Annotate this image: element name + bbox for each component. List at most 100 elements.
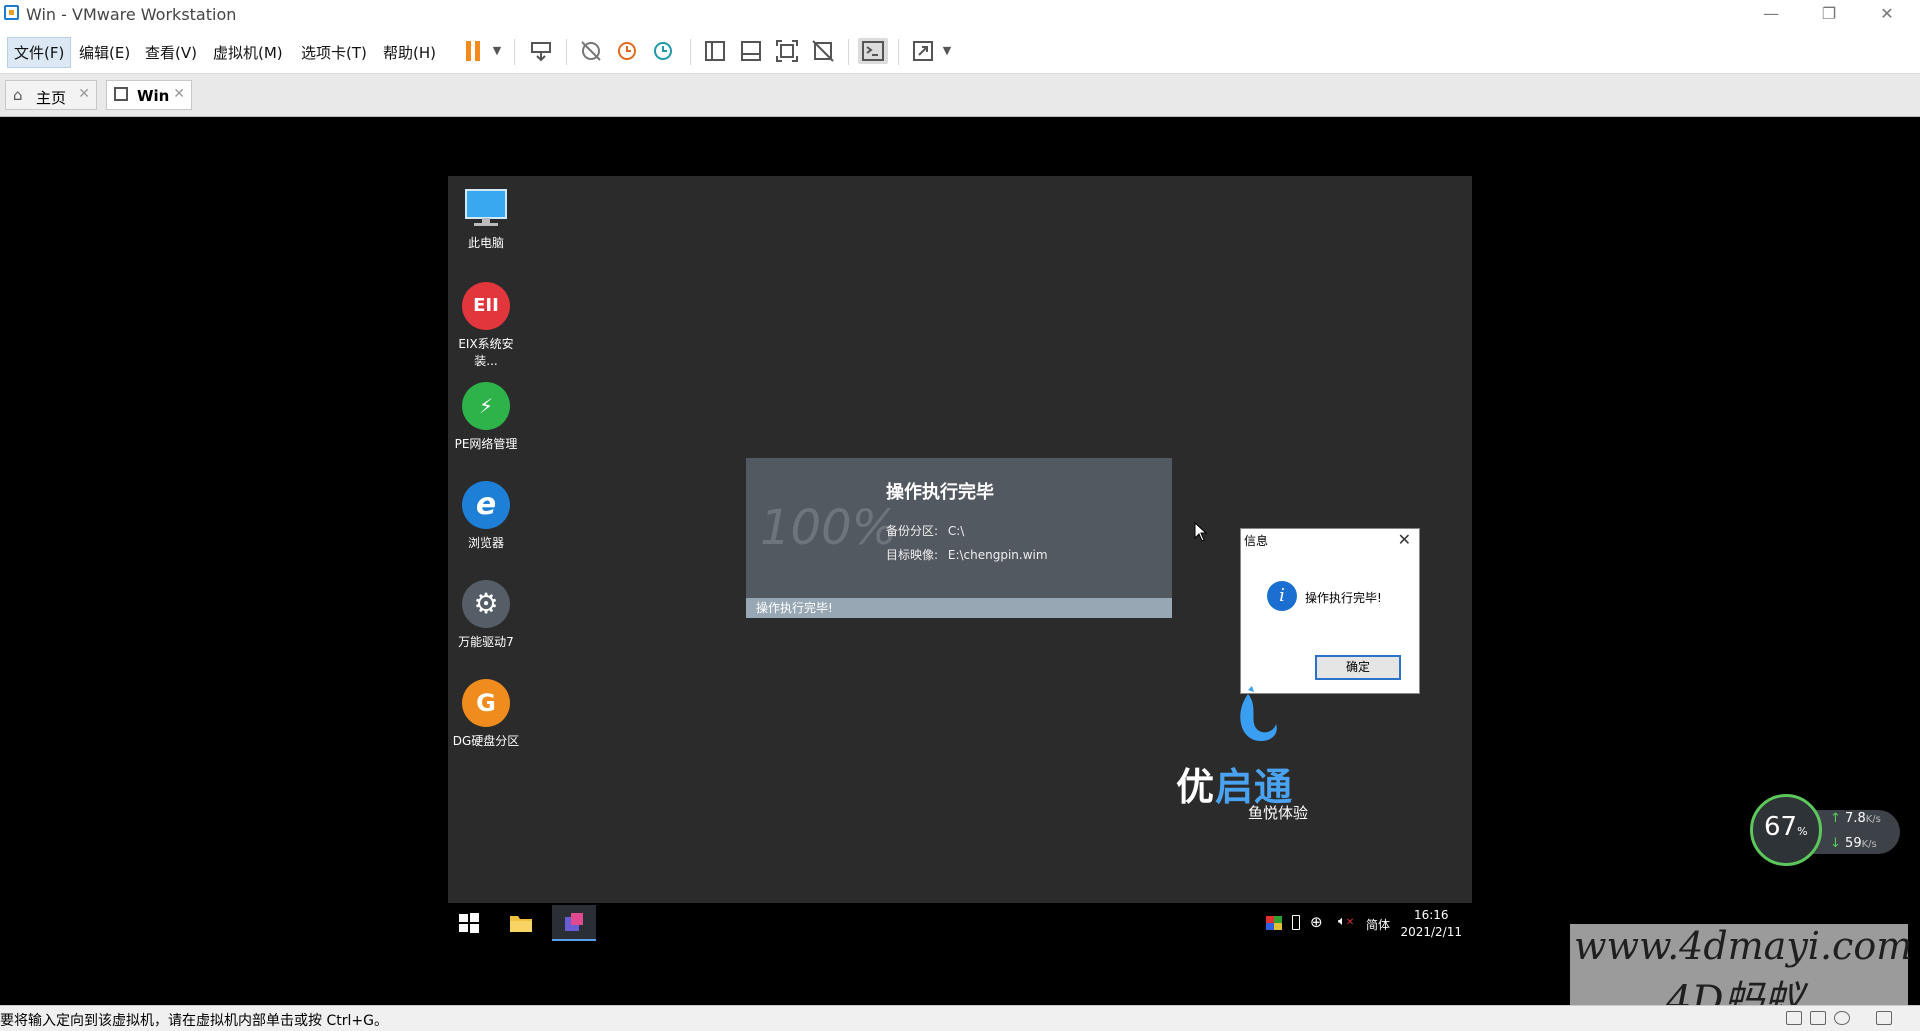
backup-partition-value: C:\ [947,524,965,538]
ime-indicator[interactable]: 简体 [1366,916,1390,933]
brand-logo: 优启通 鱼悦体验 [1176,684,1336,822]
snapshot-manager-icon[interactable] [650,38,676,64]
usage-percent-unit: % [1797,825,1808,838]
battery-icon[interactable] [1292,915,1300,930]
up-arrow-icon: ↑ [1830,811,1841,826]
network-speed-widget: 67% ↑ 7.8K/s ↓ 59K/s [1750,794,1900,868]
eix-icon: EII [462,282,510,330]
console-view-icon[interactable] [858,38,888,64]
taskbar-active-app[interactable] [552,905,596,941]
title-bar: Win - VMware Workstation — ❐ ✕ [0,0,1920,29]
info-message: 操作执行完毕! [1305,591,1382,605]
ok-button[interactable]: 确定 [1315,655,1401,680]
progress-status-bar: 操作执行完毕! [746,598,1172,618]
usage-percent: 67% [1764,812,1808,842]
minimize-button[interactable]: — [1742,0,1800,29]
clock[interactable]: 16:16 2021/2/11 [1400,907,1462,941]
menu-edit[interactable]: 编辑(E) [74,40,135,65]
close-icon[interactable]: ✕ [1398,530,1411,549]
network-icon: ⚡ [462,382,510,430]
tab-home-label: 主页 [36,89,67,107]
info-dialog-title: 信息 [1244,534,1269,548]
menu-file[interactable]: 文件(F) [7,37,72,68]
window-title: Win - VMware Workstation [26,5,237,24]
stretch-dropdown-icon[interactable]: ▼ [940,38,954,64]
watermark-url: www.4dmayi.com [1574,924,1913,968]
revert-snapshot-icon[interactable] [614,38,640,64]
pause-icon[interactable] [462,38,486,64]
ie-icon: e [462,481,510,529]
desktop-icon-driver[interactable]: ⚙ 万能驱动7 [448,580,524,650]
desktop-icon-dg[interactable]: G DG硬盘分区 [448,679,524,749]
network-globe-icon[interactable]: ⊕ [1310,913,1323,931]
snapshot-disabled-icon[interactable] [578,38,604,64]
tab-bar: ⌂ 主页 ✕ Win ✕ [0,74,1920,117]
gear-icon: ⚙ [462,580,510,628]
guest-screen[interactable]: 此电脑 EII EIX系统安装... ⚡ PE网络管理 e 浏览器 ⚙ 万能驱动… [448,176,1472,943]
menu-view[interactable]: 查看(V) [140,40,202,65]
backup-partition-label: 备份分区: [886,524,939,538]
speaker-muted-icon[interactable]: 🔈︎✕ [1338,914,1354,929]
menu-bar: 文件(F) 编辑(E) 查看(V) 虚拟机(M) 选项卡(T) 帮助(H) ▼ … [0,29,1920,74]
file-explorer-icon[interactable] [509,912,533,934]
send-ctrl-alt-del-icon[interactable] [528,38,554,64]
progress-percent: 100% [760,500,898,556]
start-icon[interactable] [458,912,480,934]
unity-icon[interactable] [810,38,836,64]
upload-speed-value: 7.8 [1845,811,1866,826]
upload-speed-unit: K/s [1865,814,1881,825]
menu-tabs[interactable]: 选项卡(T) [296,40,372,65]
stretch-guest-icon[interactable] [910,38,936,64]
desktop-icon-browser[interactable]: e 浏览器 [448,481,524,551]
home-icon: ⌂ [13,86,23,104]
menu-help[interactable]: 帮助(H) [378,40,441,65]
guest-taskbar: ⊕ 🔈︎✕ 简体 16:16 2021/2/11 [448,903,1472,943]
network-adapter-icon[interactable] [1810,1011,1826,1025]
desktop-icon-label: 万能驱动7 [458,635,514,649]
desktop-icon-pe-network[interactable]: ⚡ PE网络管理 [448,382,524,452]
desktop-icon-label: DG硬盘分区 [452,734,520,748]
clock-date: 2021/2/11 [1400,925,1462,939]
info-icon: i [1267,581,1297,611]
desktop-icon-label: EIX系统安装... [458,337,514,368]
desktop-icon-this-pc[interactable]: 此电脑 [448,186,524,251]
backup-app-icon [565,913,583,931]
restore-button[interactable]: ❐ [1800,0,1858,29]
down-arrow-icon: ↓ [1830,836,1841,851]
brand-name-part1: 优 [1176,765,1216,809]
close-tab-win-icon[interactable]: ✕ [173,86,185,102]
status-hint: 要将输入定向到该虚拟机，请在虚拟机内部单击或按 Ctrl+G。 [0,1013,388,1029]
download-speed: ↓ 59K/s [1830,836,1877,851]
target-image-value: E:\chengpin.wim [947,548,1048,562]
desktop-icon-label: 浏览器 [467,536,504,550]
backup-progress-dialog: 100% 操作执行完毕 备份分区: C:\ 目标映像: E:\chengpin.… [746,458,1172,618]
library-view-icon[interactable] [702,38,728,64]
clock-time: 16:16 [1413,908,1449,922]
message-log-icon[interactable] [1876,1011,1892,1025]
tab-home[interactable]: ⌂ 主页 ✕ [5,80,97,110]
mouse-cursor-icon [1194,522,1208,542]
full-screen-icon[interactable] [774,38,800,64]
cd-dvd-icon[interactable] [1834,1011,1850,1025]
download-speed-value: 59 [1845,836,1862,851]
power-dropdown-icon[interactable]: ▼ [490,38,504,64]
computer-icon [465,189,507,226]
desktop-icon-eix[interactable]: EII EIX系统安装... [448,282,524,369]
info-message-box: 信息 ✕ i 操作执行完毕! 确定 [1240,528,1420,694]
thumbnail-view-icon[interactable] [738,38,764,64]
vmware-app-icon [4,5,19,20]
progress-title: 操作执行完毕 [886,482,994,503]
backup-partition-row: 备份分区: C:\ [886,522,964,539]
brand-tagline: 鱼悦体验 [1248,804,1309,822]
color-tray-icon[interactable] [1266,916,1282,930]
menu-vm[interactable]: 虚拟机(M) [208,40,288,65]
close-button[interactable]: ✕ [1858,0,1916,29]
hard-disk-icon[interactable] [1786,1011,1802,1025]
dg-icon: G [462,679,510,727]
tab-win[interactable]: Win ✕ [106,80,192,110]
download-speed-unit: K/s [1861,839,1877,850]
upload-speed: ↑ 7.8K/s [1830,811,1881,826]
close-tab-home-icon[interactable]: ✕ [78,86,90,102]
desktop-icon-label: 此电脑 [467,236,504,250]
usage-percent-value: 67 [1764,812,1798,842]
